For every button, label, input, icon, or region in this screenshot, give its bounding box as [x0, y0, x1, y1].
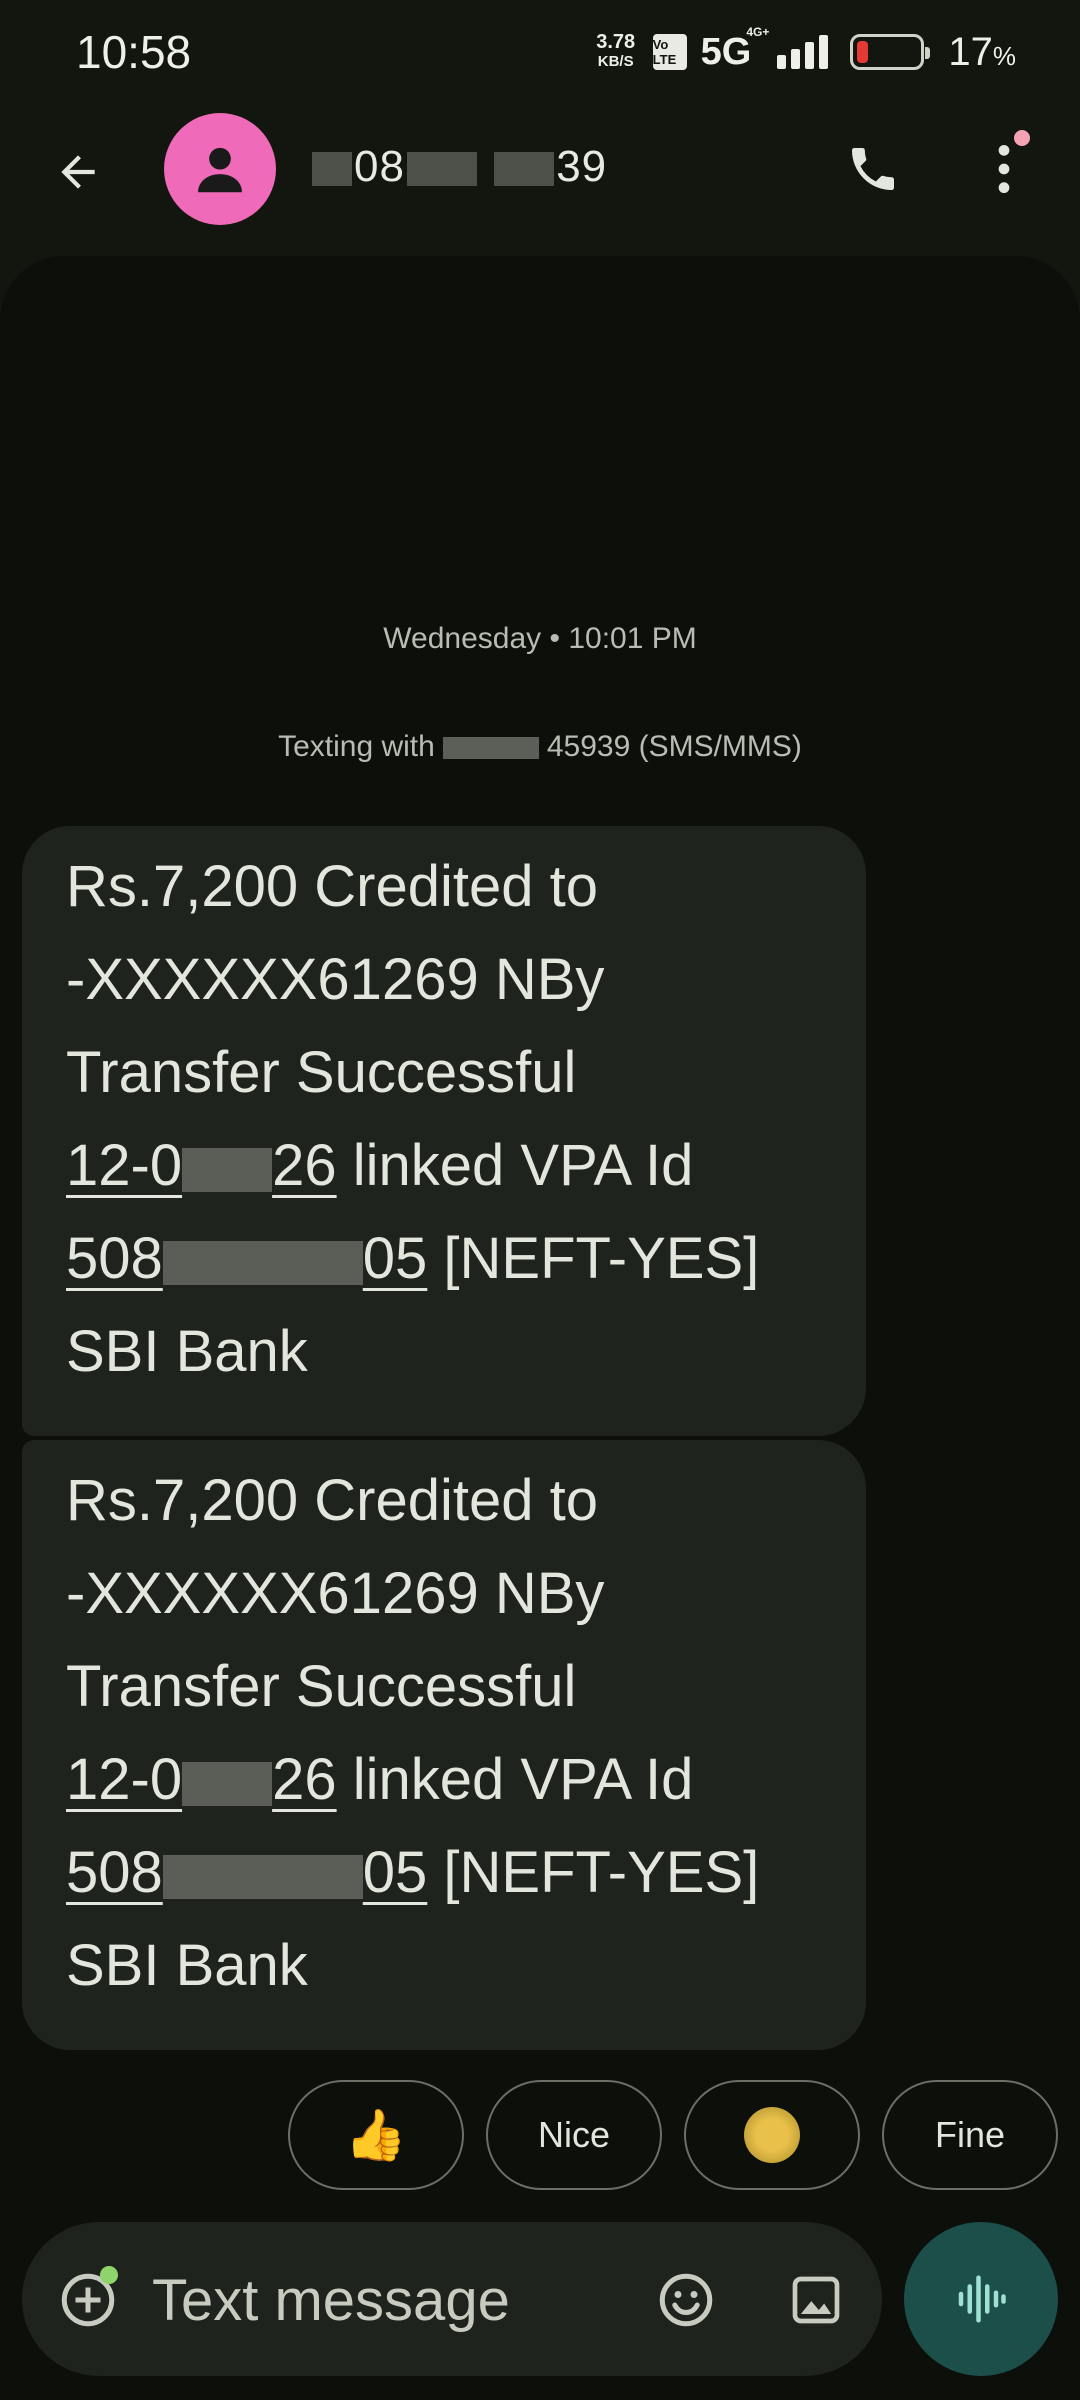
- person-icon: [198, 147, 242, 193]
- battery-level-fill: [857, 41, 869, 63]
- avatar[interactable]: [164, 113, 276, 225]
- voice-message-button[interactable]: [904, 2222, 1058, 2376]
- message-timestamp: Wednesday • 10:01 PM: [383, 622, 697, 655]
- message-bubble[interactable]: Rs.7,200 Credited to -XXXXXX61269 NBy Tr…: [22, 1440, 866, 2050]
- battery-percent: 17%: [948, 29, 1016, 74]
- network-speed: 3.78 KB/S: [596, 31, 636, 70]
- date-link[interactable]: 12-0 26: [66, 1747, 337, 1812]
- message-bubble[interactable]: Rs.7,200 Credited to -XXXXXX61269 NBy Tr…: [22, 826, 866, 1436]
- contact-name[interactable]: 08 39: [310, 142, 607, 192]
- vpa-link[interactable]: 508 05: [66, 1840, 427, 1905]
- redacted-block: [406, 152, 477, 187]
- status-time: 10:58: [76, 26, 192, 78]
- smiley-icon: [659, 2273, 713, 2327]
- back-button[interactable]: [40, 134, 116, 210]
- smart-reply-thumbs-up[interactable]: 👍: [288, 2080, 464, 2190]
- back-arrow-icon: [61, 155, 95, 189]
- redacted-block: [312, 152, 352, 187]
- texting-with-info: Texting with 45939 (SMS/MMS): [278, 730, 802, 763]
- more-vert-icon: [998, 144, 1010, 194]
- gallery-button[interactable]: [782, 2266, 850, 2334]
- battery-icon: [850, 34, 931, 70]
- network-type: 5G 4G+: [700, 24, 770, 73]
- redacted-block: [494, 152, 555, 187]
- status-indicators: 3.78 KB/S Vo LTE 5G 4G+ 17%: [593, 24, 1016, 75]
- emoji-icon: [744, 2107, 800, 2163]
- phone-icon: [852, 148, 894, 190]
- waveform-icon: [958, 2275, 1006, 2323]
- image-icon: [792, 2276, 840, 2324]
- conversation-header: 08 39: [0, 104, 1080, 234]
- smart-reply-fine[interactable]: Fine: [882, 2080, 1058, 2190]
- call-button[interactable]: [838, 134, 908, 204]
- compose-bar: [22, 2222, 882, 2376]
- redacted-block: [442, 737, 539, 760]
- smart-reply-nice[interactable]: Nice: [486, 2080, 662, 2190]
- date-link[interactable]: 12-0 26: [66, 1133, 337, 1198]
- emoji-button[interactable]: [652, 2266, 720, 2334]
- smart-reply-emoji[interactable]: [684, 2080, 860, 2190]
- volte-icon: Vo LTE: [652, 34, 687, 70]
- status-bar: 10:58 3.78 KB/S Vo LTE 5G 4G+ 17%: [0, 0, 1080, 104]
- notification-dot: [1014, 130, 1030, 146]
- smart-replies: 👍 Nice Fine: [0, 2080, 1080, 2190]
- vpa-link[interactable]: 508 05: [66, 1226, 427, 1291]
- attach-badge: [100, 2266, 118, 2284]
- signal-icon: [777, 35, 829, 69]
- message-input[interactable]: [152, 2260, 552, 2340]
